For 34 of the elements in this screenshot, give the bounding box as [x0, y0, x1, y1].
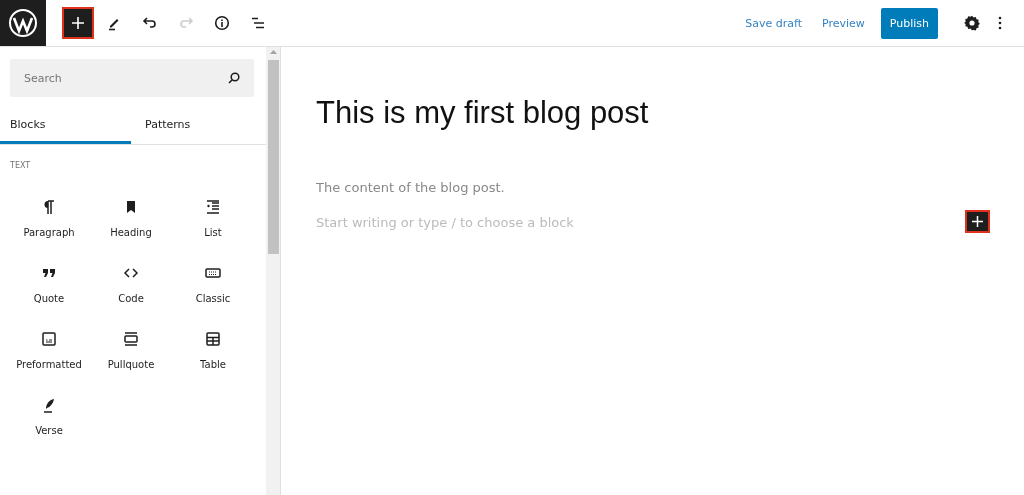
block-item[interactable]: Classic [172, 264, 254, 304]
block-item[interactable]: Table [172, 330, 254, 370]
add-block-button[interactable] [967, 212, 988, 231]
pullquote-icon [122, 330, 140, 348]
tab[interactable]: Blocks [0, 109, 131, 144]
block-item[interactable]: Quote [8, 264, 90, 304]
redo-icon [178, 15, 194, 31]
search-field[interactable]: Search [10, 59, 254, 97]
publish-button[interactable]: Publish [880, 7, 938, 39]
block-item[interactable]: Code [90, 264, 172, 304]
list-view-icon [250, 15, 266, 31]
post-title[interactable]: This is my first blog post [316, 95, 1024, 131]
scrollbar[interactable] [266, 47, 281, 495]
block-item[interactable]: Pullquote [90, 330, 172, 370]
paragraph-text[interactable]: The content of the blog post. [316, 180, 1024, 195]
block-item[interactable]: Preformatted [8, 330, 90, 370]
toolbar-link[interactable]: Save draft [737, 8, 810, 38]
plus-icon [972, 216, 983, 227]
plus-button[interactable] [64, 9, 92, 37]
plus-icon [70, 15, 86, 31]
block-item[interactable]: Verse [8, 396, 90, 436]
tab[interactable]: Patterns [131, 109, 266, 144]
logo-icon[interactable] [0, 0, 46, 46]
table-icon [204, 330, 222, 348]
block-item[interactable]: Heading [90, 198, 172, 238]
section-heading: TEXT [10, 161, 32, 170]
toolbar-link[interactable]: Preview [813, 8, 873, 38]
list-icon [204, 198, 222, 216]
search-icon [228, 72, 240, 84]
block-item[interactable]: Paragraph [8, 198, 90, 238]
preformatted-icon [40, 330, 58, 348]
block-item[interactable]: List [172, 198, 254, 238]
info-icon [214, 15, 230, 31]
undo-icon [142, 15, 158, 31]
